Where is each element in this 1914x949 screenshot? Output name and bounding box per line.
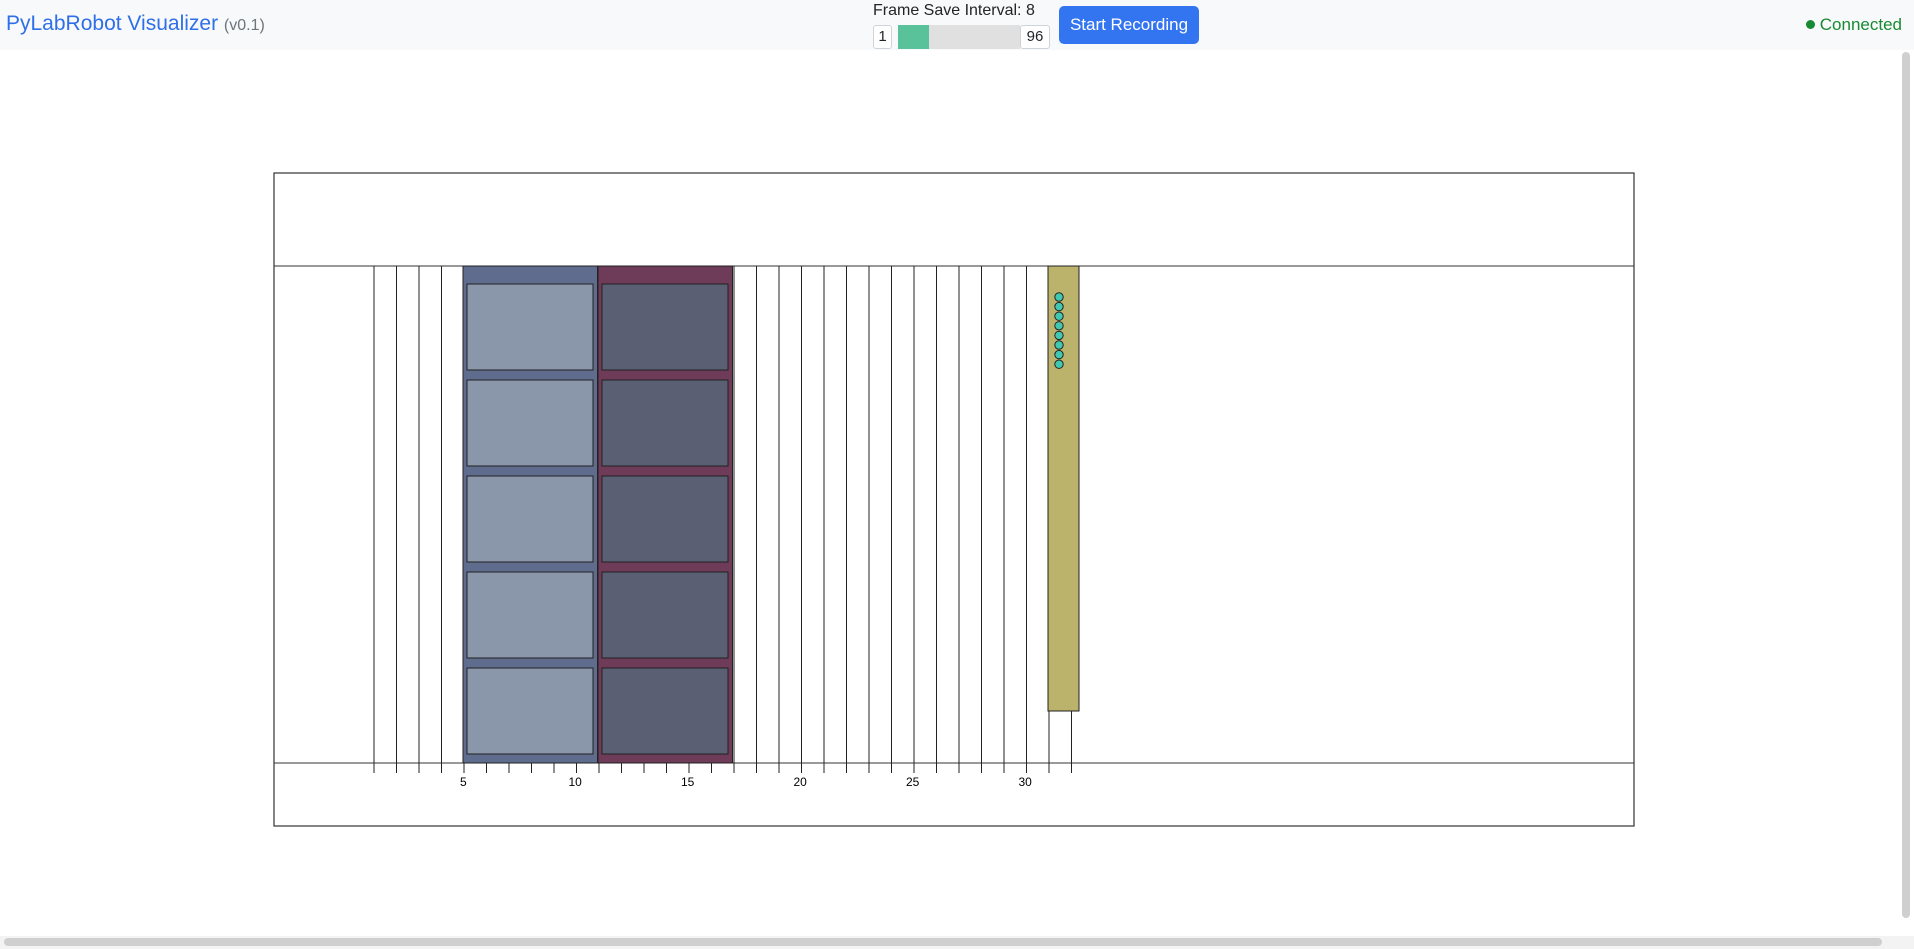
tip[interactable] bbox=[1054, 349, 1064, 360]
tip[interactable] bbox=[1054, 359, 1064, 369]
carrier-site[interactable] bbox=[466, 571, 594, 659]
rail-label: 10 bbox=[569, 775, 583, 789]
tip[interactable] bbox=[1054, 340, 1064, 350]
deck-canvas[interactable]: 5 10 15 20 25 30 bbox=[0, 0, 1914, 949]
tip[interactable] bbox=[1054, 321, 1064, 331]
carrier-site[interactable] bbox=[466, 379, 594, 467]
rail-label: 25 bbox=[906, 775, 920, 789]
carrier-site[interactable] bbox=[601, 475, 729, 563]
carrier-site[interactable] bbox=[466, 667, 594, 755]
plate-carrier[interactable] bbox=[597, 265, 733, 764]
carriers bbox=[462, 265, 733, 764]
plate-carrier[interactable] bbox=[462, 265, 598, 764]
carrier-site[interactable] bbox=[601, 283, 729, 371]
carrier-site[interactable] bbox=[466, 283, 594, 371]
rail-label: 20 bbox=[794, 775, 808, 789]
horizontal-scrollbar[interactable] bbox=[4, 938, 1882, 946]
tip-carrier-body[interactable] bbox=[1047, 265, 1080, 712]
rail-label: 5 bbox=[460, 775, 467, 789]
carrier-site[interactable] bbox=[601, 667, 729, 755]
rail-label: 15 bbox=[681, 775, 695, 789]
tip[interactable] bbox=[1054, 330, 1064, 341]
carrier-site[interactable] bbox=[601, 571, 729, 659]
tip[interactable] bbox=[1054, 301, 1064, 312]
tip[interactable] bbox=[1054, 292, 1064, 302]
tip-carrier[interactable] bbox=[1047, 265, 1080, 712]
carrier-site[interactable] bbox=[601, 379, 729, 467]
carrier-site[interactable] bbox=[466, 475, 594, 563]
rail-label: 30 bbox=[1019, 775, 1033, 789]
vertical-scrollbar[interactable] bbox=[1902, 52, 1910, 918]
tip[interactable] bbox=[1054, 311, 1064, 321]
